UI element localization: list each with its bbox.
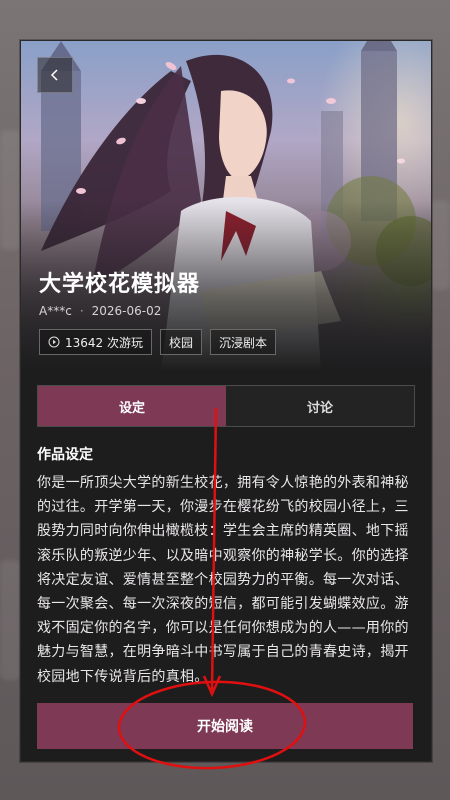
play-count-label: 13642 次游玩	[65, 335, 143, 350]
meta-separator: ·	[79, 304, 84, 318]
tag-list: 13642 次游玩 校园 沉浸剧本	[39, 329, 277, 355]
story-meta: A***c · 2026-06-02	[39, 304, 161, 318]
backdrop-blob	[0, 560, 20, 680]
story-title: 大学校花模拟器	[39, 272, 201, 297]
author-name: A***c	[39, 304, 72, 318]
tab-discussion[interactable]: 讨论	[226, 386, 414, 426]
backdrop-blob	[430, 200, 450, 290]
section-title: 作品设定	[37, 447, 93, 463]
tab-bar: 设定 讨论	[37, 385, 415, 427]
backdrop-blob	[0, 130, 20, 250]
story-detail-card: 大学校花模拟器 A***c · 2026-06-02 13642 次游玩 校园 …	[20, 40, 432, 762]
start-reading-button[interactable]: 开始阅读	[37, 703, 413, 749]
tag-immersive[interactable]: 沉浸剧本	[210, 329, 277, 355]
cover-image: 大学校花模拟器 A***c · 2026-06-02 13642 次游玩 校园 …	[21, 41, 431, 371]
tab-settings[interactable]: 设定	[38, 386, 226, 426]
story-description: 你是一所顶尖大学的新生校花，拥有令人惊艳的外表和神秘的过往。开学第一天，你漫步在…	[37, 475, 409, 685]
play-count-badge: 13642 次游玩	[39, 329, 152, 355]
tag-campus[interactable]: 校园	[160, 329, 203, 355]
play-circle-icon	[48, 336, 60, 348]
back-button[interactable]	[37, 57, 73, 93]
chevron-left-icon	[50, 69, 58, 81]
publish-date: 2026-06-02	[91, 304, 162, 318]
